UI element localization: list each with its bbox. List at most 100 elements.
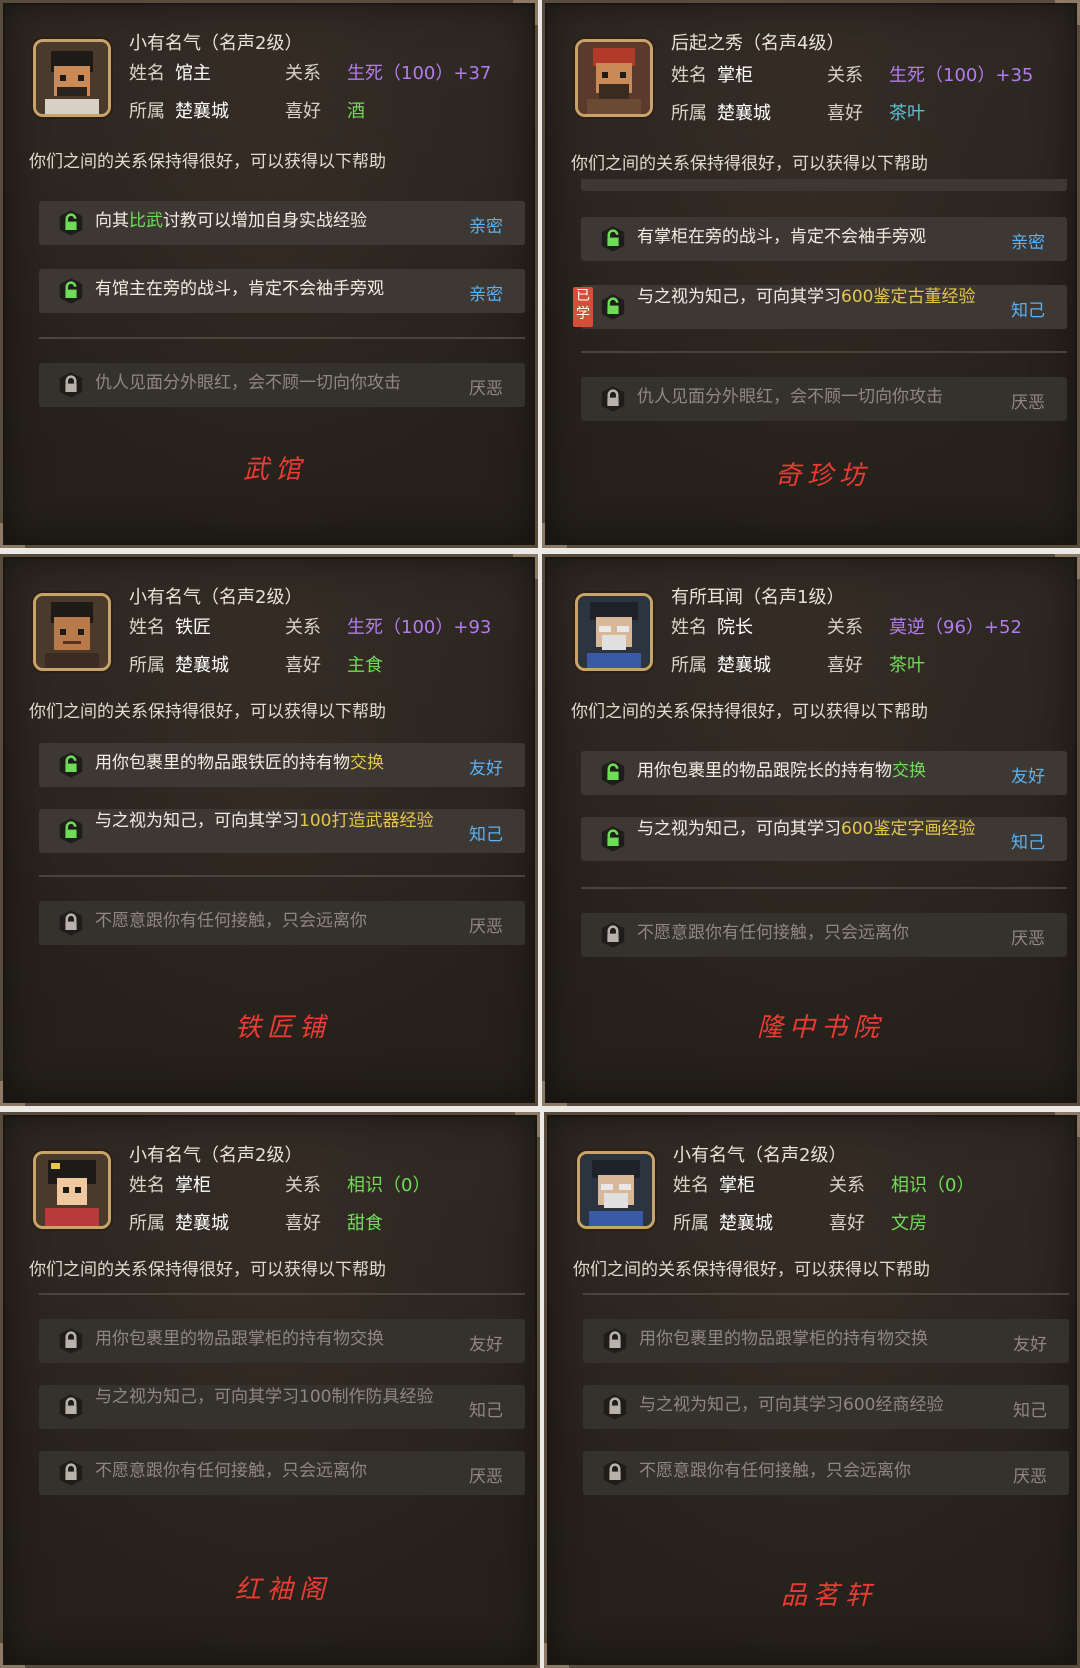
npc-belong: 楚襄城 bbox=[719, 1213, 773, 1234]
npc-name: 掌柜 bbox=[717, 65, 753, 86]
relation-tag: 友好 bbox=[1011, 767, 1045, 787]
help-row-hostile[interactable]: 不愿意跟你有任何接触，只会远离你 厌恶 bbox=[583, 1451, 1069, 1495]
like-value: 酒 bbox=[347, 101, 365, 122]
relation-tag: 厌恶 bbox=[469, 917, 503, 937]
help-row-hostile[interactable]: 仇人见面分外眼红，会不顾一切向你攻击 厌恶 bbox=[39, 363, 525, 407]
unlocked-icon bbox=[599, 825, 627, 853]
relation-label: 关系 bbox=[285, 63, 321, 84]
help-row-trade[interactable]: 用你包裹里的物品跟院长的持有物交换 友好 bbox=[581, 751, 1067, 795]
belong-label: 所属 bbox=[129, 1213, 165, 1234]
npc-avatar-icon bbox=[578, 42, 650, 114]
npc-name: 掌柜 bbox=[719, 1175, 755, 1196]
unlocked-icon bbox=[599, 759, 627, 787]
fame-level: 小有名气（名声2级） bbox=[129, 33, 303, 54]
unlocked-icon bbox=[57, 751, 85, 779]
help-text: 仇人见面分外眼红，会不顾一切向你攻击 bbox=[95, 373, 401, 393]
npc-avatar-icon bbox=[36, 1154, 108, 1226]
unlocked-icon bbox=[599, 293, 627, 321]
like-value: 茶叶 bbox=[889, 655, 925, 676]
help-text: 向其比武讨教可以增加自身实战经验 bbox=[95, 211, 367, 231]
name-label: 姓名 bbox=[129, 1175, 165, 1196]
relation-value: 相识（0） bbox=[347, 1175, 431, 1196]
help-text: 用你包裹里的物品跟掌柜的持有物交换 bbox=[95, 1329, 384, 1349]
help-text: 用你包裹里的物品跟铁匠的持有物交换 bbox=[95, 753, 384, 773]
locked-icon bbox=[601, 1393, 629, 1421]
unlocked-icon bbox=[57, 817, 85, 845]
help-text: 用你包裹里的物品跟院长的持有物交换 bbox=[637, 761, 926, 781]
relation-tag: 亲密 bbox=[1011, 233, 1045, 253]
locked-icon bbox=[599, 385, 627, 413]
unlocked-icon bbox=[57, 209, 85, 237]
relation-value: 莫逆（96）+52 bbox=[889, 617, 1022, 638]
belong-label: 所属 bbox=[671, 103, 707, 124]
divider bbox=[581, 351, 1067, 353]
help-row-hostile[interactable]: 不愿意跟你有任何接触，只会远离你 厌恶 bbox=[39, 1451, 525, 1495]
locked-icon bbox=[599, 921, 627, 949]
help-text: 与之视为知己，可向其学习600鉴定字画经验 bbox=[637, 819, 976, 839]
help-row-learn[interactable]: 已学 与之视为知己，可向其学习600鉴定古董经验 知己 bbox=[573, 285, 1067, 329]
help-row-trade[interactable]: 用你包裹里的物品跟掌柜的持有物交换 友好 bbox=[39, 1319, 525, 1363]
relation-tag: 厌恶 bbox=[469, 1467, 503, 1487]
npc-panel-qizhenfang: 后起之秀（名声4级） 姓名 掌柜 关系 生死（100）+35 所属 楚襄城 喜好… bbox=[542, 0, 1080, 548]
npc-panel-longzhongshuyuan: 有所耳闻（名声1级） 姓名 院长 关系 莫逆（96）+52 所属 楚襄城 喜好 … bbox=[542, 554, 1080, 1106]
help-row-hostile[interactable]: 仇人见面分外眼红，会不顾一切向你攻击 厌恶 bbox=[581, 377, 1067, 421]
relation-tag: 知己 bbox=[469, 1401, 503, 1421]
scrolled-row-edge bbox=[581, 179, 1067, 191]
relation-label: 关系 bbox=[285, 617, 321, 638]
locked-icon bbox=[57, 1327, 85, 1355]
divider bbox=[581, 887, 1067, 889]
help-row-spar[interactable]: 向其比武讨教可以增加自身实战经验 亲密 bbox=[39, 201, 525, 245]
help-text: 与之视为知己，可向其学习600经商经验 bbox=[639, 1395, 944, 1415]
help-text: 不愿意跟你有任何接触，只会远离你 bbox=[639, 1461, 911, 1481]
like-value: 文房 bbox=[891, 1213, 927, 1234]
place-name: 奇珍坊 bbox=[775, 461, 872, 491]
help-subtitle: 你们之间的关系保持得很好，可以获得以下帮助 bbox=[29, 152, 386, 172]
belong-label: 所属 bbox=[671, 655, 707, 676]
help-subtitle: 你们之间的关系保持得很好，可以获得以下帮助 bbox=[29, 702, 386, 722]
help-text: 不愿意跟你有任何接触，只会远离你 bbox=[637, 923, 909, 943]
npc-panel-pinmingxuan: 小有名气（名声2级） 姓名 掌柜 关系 相识（0） 所属 楚襄城 喜好 文房 你… bbox=[544, 1112, 1080, 1668]
relation-tag: 知己 bbox=[1013, 1401, 1047, 1421]
like-label: 喜好 bbox=[285, 101, 321, 122]
help-row-learn[interactable]: 与之视为知己，可向其学习100打造武器经验 知己 bbox=[39, 809, 525, 853]
like-label: 喜好 bbox=[285, 1213, 321, 1234]
locked-icon bbox=[601, 1459, 629, 1487]
npc-portrait bbox=[33, 593, 111, 671]
help-row-assist[interactable]: 有馆主在旁的战斗，肯定不会袖手旁观 亲密 bbox=[39, 269, 525, 313]
relation-tag: 知己 bbox=[469, 825, 503, 845]
relation-label: 关系 bbox=[285, 1175, 321, 1196]
belong-label: 所属 bbox=[129, 655, 165, 676]
help-subtitle: 你们之间的关系保持得很好，可以获得以下帮助 bbox=[29, 1260, 386, 1280]
help-text: 有馆主在旁的战斗，肯定不会袖手旁观 bbox=[95, 279, 384, 299]
npc-portrait bbox=[575, 39, 653, 117]
help-row-learn[interactable]: 与之视为知己，可向其学习100制作防具经验 知己 bbox=[39, 1385, 525, 1429]
npc-name: 院长 bbox=[717, 617, 753, 638]
like-value: 主食 bbox=[347, 655, 383, 676]
name-label: 姓名 bbox=[129, 617, 165, 638]
relation-tag: 厌恶 bbox=[469, 379, 503, 399]
help-text: 仇人见面分外眼红，会不顾一切向你攻击 bbox=[637, 387, 943, 407]
help-row-trade[interactable]: 用你包裹里的物品跟铁匠的持有物交换 友好 bbox=[39, 743, 525, 787]
place-name: 红袖阁 bbox=[235, 1575, 332, 1605]
help-row-trade[interactable]: 用你包裹里的物品跟掌柜的持有物交换 友好 bbox=[583, 1319, 1069, 1363]
npc-belong: 楚襄城 bbox=[175, 101, 229, 122]
locked-icon bbox=[601, 1327, 629, 1355]
relation-tag: 厌恶 bbox=[1013, 1467, 1047, 1487]
help-row-learn[interactable]: 与之视为知己，可向其学习600经商经验 知己 bbox=[583, 1385, 1069, 1429]
help-row-hostile[interactable]: 不愿意跟你有任何接触，只会远离你 厌恶 bbox=[39, 901, 525, 945]
fame-level: 后起之秀（名声4级） bbox=[671, 33, 845, 54]
help-row-hostile[interactable]: 不愿意跟你有任何接触，只会远离你 厌恶 bbox=[581, 913, 1067, 957]
help-text: 用你包裹里的物品跟掌柜的持有物交换 bbox=[639, 1329, 928, 1349]
npc-panel-tiejiangpu: 小有名气（名声2级） 姓名 铁匠 关系 生死（100）+93 所属 楚襄城 喜好… bbox=[0, 554, 538, 1106]
help-row-assist[interactable]: 有掌柜在旁的战斗，肯定不会袖手旁观 亲密 bbox=[581, 217, 1067, 261]
npc-belong: 楚襄城 bbox=[175, 1213, 229, 1234]
relation-value: 生死（100）+35 bbox=[889, 65, 1034, 86]
help-text: 与之视为知己，可向其学习600鉴定古董经验 bbox=[637, 287, 976, 307]
unlocked-icon bbox=[57, 277, 85, 305]
help-subtitle: 你们之间的关系保持得很好，可以获得以下帮助 bbox=[571, 702, 928, 722]
relation-label: 关系 bbox=[829, 1175, 865, 1196]
locked-icon bbox=[57, 371, 85, 399]
relation-tag: 知己 bbox=[1011, 833, 1045, 853]
help-text: 与之视为知己，可向其学习100制作防具经验 bbox=[95, 1387, 434, 1407]
help-row-learn[interactable]: 与之视为知己，可向其学习600鉴定字画经验 知己 bbox=[581, 817, 1067, 861]
